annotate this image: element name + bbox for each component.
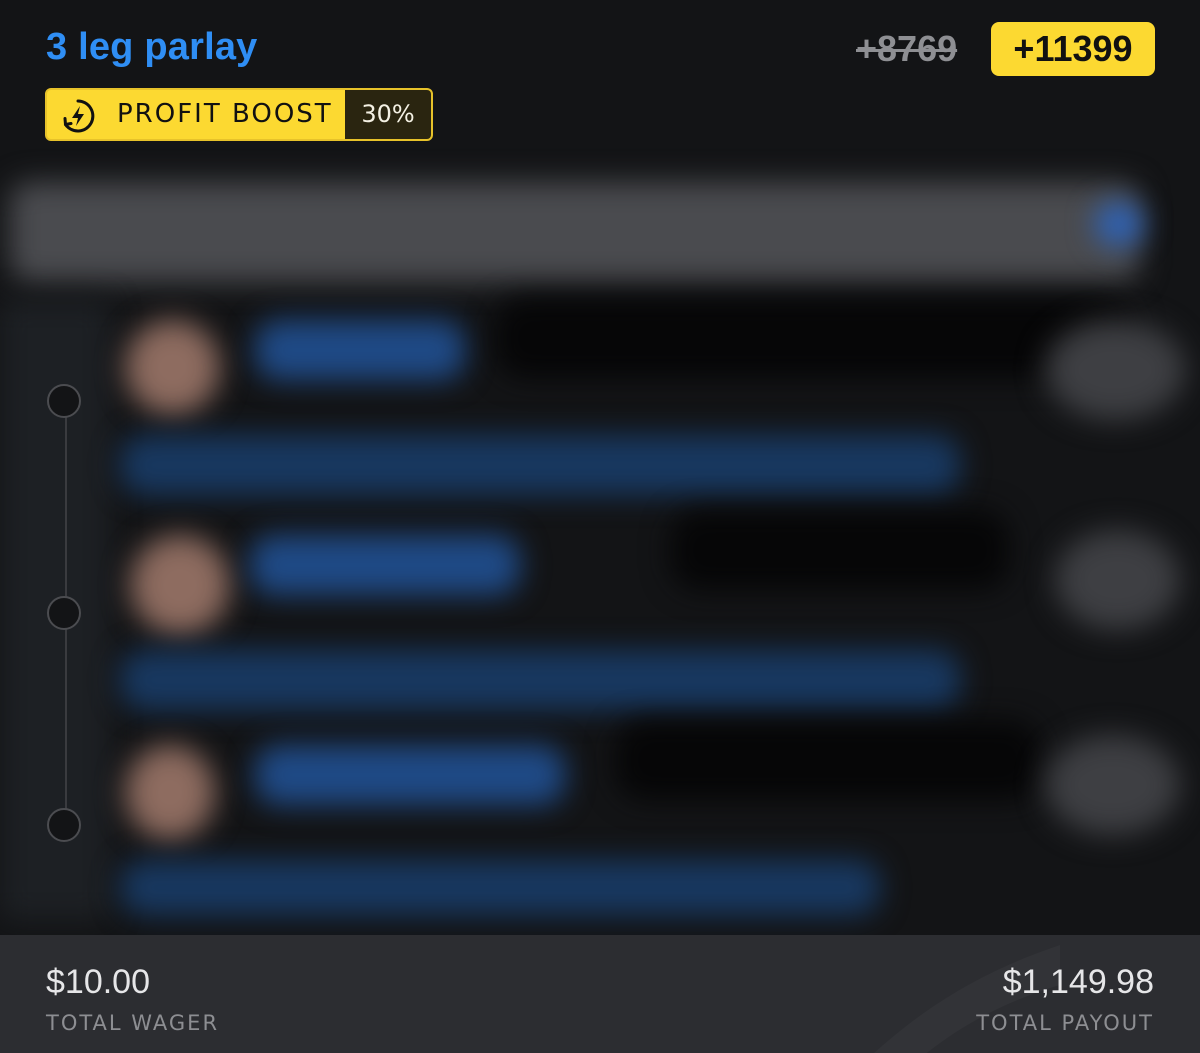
- total-payout-amount: $1,149.98: [1002, 963, 1154, 1001]
- redacted-odds-pill: [615, 720, 1040, 800]
- leg-marker: [47, 596, 81, 630]
- leg-marker: [47, 384, 81, 418]
- total-wager-label: TOTAL WAGER: [46, 1011, 220, 1035]
- bet-title: 3 leg parlay: [46, 26, 258, 68]
- bet-summary-footer: $10.00 TOTAL WAGER $1,149.98 TOTAL PAYOU…: [0, 935, 1200, 1053]
- redacted-player-name: [255, 745, 565, 805]
- original-odds: +8769: [856, 28, 958, 69]
- redacted-odds-pill: [495, 298, 1135, 378]
- redacted-banner-accent: [1095, 202, 1143, 246]
- redacted-leg-detail: [120, 650, 960, 710]
- redacted-leg-odds: [1045, 320, 1185, 420]
- redacted-avatar: [125, 745, 215, 840]
- leg-marker: [47, 808, 81, 842]
- profit-boost-percent: 30%: [345, 90, 431, 139]
- bet-card[interactable]: 3 leg parlay +8769 +11399 PROFIT BOOST 3…: [0, 0, 1200, 1053]
- redacted-avatar: [125, 320, 220, 415]
- redacted-leg-odds: [1055, 530, 1180, 630]
- redacted-player-name: [250, 535, 520, 595]
- lightning-bolt-icon: [63, 99, 95, 133]
- redacted-event-banner: [10, 182, 1140, 282]
- redacted-leg-detail: [120, 435, 960, 495]
- total-payout-label: TOTAL PAYOUT: [976, 1011, 1154, 1035]
- profit-boost-label: PROFIT BOOST: [117, 99, 333, 129]
- redacted-leg-odds: [1045, 735, 1180, 835]
- total-wager-amount: $10.00: [46, 963, 150, 1001]
- profit-boost-badge: PROFIT BOOST 30%: [45, 88, 433, 141]
- redacted-avatar: [130, 535, 230, 635]
- parlay-legs-redacted: [0, 160, 1200, 935]
- redacted-leg-detail: [120, 860, 880, 915]
- redacted-odds-pill: [670, 510, 1010, 590]
- redacted-player-name: [255, 320, 465, 380]
- boosted-odds-badge: +11399: [991, 22, 1155, 76]
